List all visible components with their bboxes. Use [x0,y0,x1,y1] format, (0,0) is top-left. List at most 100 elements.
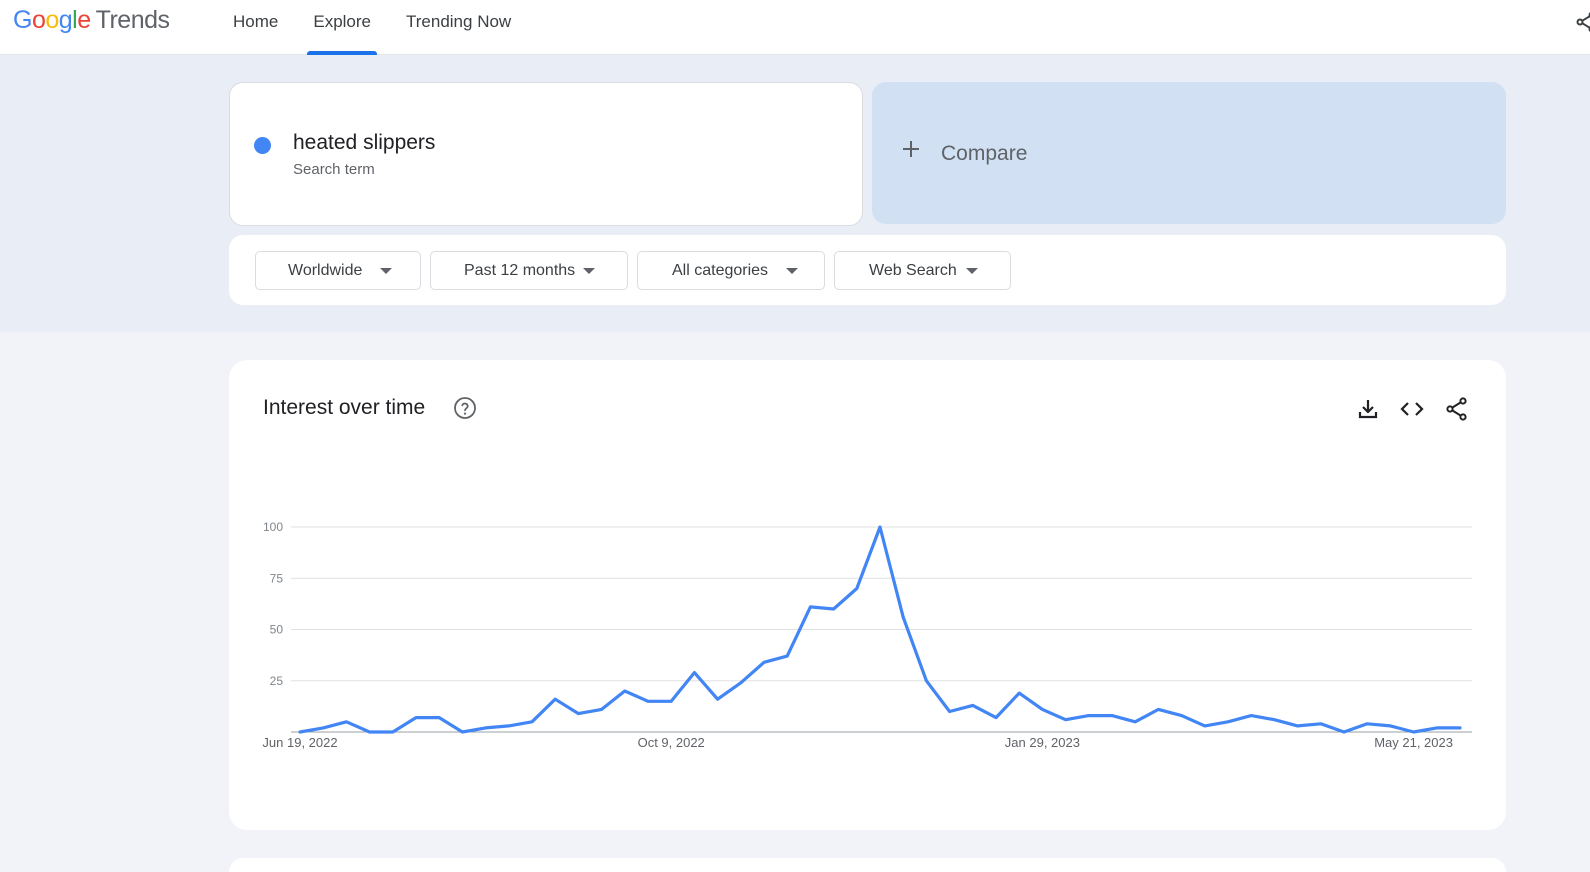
data-point [1064,718,1067,721]
chart-title: Interest over time [263,396,426,419]
dropdown-arrow-icon [966,268,978,274]
data-point [461,731,464,734]
nav-trending-now[interactable]: Trending Now [395,0,522,55]
x-tick-label: Oct 9, 2022 [638,735,705,750]
data-point [1203,724,1206,727]
data-point [1435,727,1438,730]
x-tick-label: May 21, 2023 [1374,735,1453,750]
app-header: Google Trends Home Explore Trending Now [0,0,1590,55]
data-point [531,720,534,723]
data-point [1111,714,1114,717]
search-term-type: Search term [293,161,375,178]
data-point [1343,731,1346,734]
data-point [1087,714,1090,717]
dropdown-arrow-icon [380,268,392,274]
data-point [1366,722,1369,725]
data-point [554,698,557,701]
filters-bar: Worldwide Past 12 months All categories … [229,235,1506,305]
nav-home[interactable]: Home [222,0,289,55]
data-point [693,671,696,674]
filter-category[interactable]: All categories [637,251,825,290]
data-point [1319,722,1322,725]
embed-code-icon[interactable] [1399,396,1425,422]
dropdown-arrow-icon [786,268,798,274]
data-point [763,661,766,664]
data-point [299,731,302,734]
data-point [1296,724,1299,727]
filter-location[interactable]: Worldwide [255,251,421,290]
data-point [345,720,348,723]
help-icon[interactable] [453,396,477,420]
y-tick-label: 75 [270,571,284,585]
data-point [623,690,626,693]
plus-icon [903,141,919,157]
logo-letter: g [58,6,73,34]
search-term-card[interactable]: heated slippers Search term [229,82,863,226]
data-point [1459,727,1462,730]
data-point [786,655,789,658]
data-point [902,616,905,619]
nav-explore[interactable]: Explore [302,0,382,55]
data-point [322,727,325,730]
filter-search-type-label: Web Search [869,262,957,279]
data-point [415,716,418,719]
data-point [600,708,603,711]
filter-search-type[interactable]: Web Search [834,251,1011,290]
main-nav: Home Explore Trending Now [222,0,535,55]
data-point [948,710,951,713]
filter-category-label: All categories [672,262,769,279]
download-icon[interactable] [1355,396,1381,422]
next-card-edge [229,858,1506,872]
data-point [739,681,742,684]
google-trends-logo[interactable]: Google Trends [13,6,170,35]
share-icon[interactable] [1574,10,1590,34]
y-tick-label: 50 [270,623,284,637]
data-point [1273,718,1276,721]
data-point [832,608,835,611]
data-point [438,716,441,719]
data-point [1157,708,1160,711]
compare-label: Compare [941,142,1028,165]
interest-over-time-card: 25 50 75 100 Jun 19, 2022 Oct 9, 2022 Jan 29, … [229,360,1506,830]
logo-letter: G [13,6,32,34]
x-tick-label: Jun 19, 2022 [262,735,337,750]
dropdown-arrow-icon [583,268,595,274]
data-point [1134,720,1137,723]
logo-trends-text: Trends [95,6,170,34]
share-icon[interactable] [1444,396,1470,422]
data-point [1227,720,1230,723]
data-point [1018,692,1021,695]
logo-letter: o [31,6,46,34]
filter-location-label: Worldwide [288,262,363,279]
data-point [925,679,928,682]
filter-time-range-label: Past 12 months [464,262,576,279]
compare-button[interactable]: Compare [872,82,1506,224]
x-tick-label: Jan 29, 2023 [1005,735,1080,750]
term-color-dot [254,137,271,154]
data-point [368,731,371,734]
y-tick-label: 25 [270,674,284,688]
data-point [971,704,974,707]
filter-time-range[interactable]: Past 12 months [430,251,628,290]
data-point [670,700,673,703]
data-point [1180,714,1183,717]
data-point [716,698,719,701]
data-point [577,712,580,715]
logo-letter: o [45,6,59,34]
data-point [507,724,510,727]
y-tick-label: 100 [263,520,283,534]
data-point [1250,714,1253,717]
data-point [855,587,858,590]
data-point [995,716,998,719]
data-point [1389,724,1392,727]
data-point [809,606,812,609]
data-point [1412,731,1415,734]
data-point [647,700,650,703]
data-point [879,526,882,529]
data-point [391,731,394,734]
data-point [484,727,487,730]
data-point [1041,708,1044,711]
logo-letter: e [77,6,91,34]
interest-over-time-chart: 25 50 75 100 Jun 19, 2022 Oct 9, 2022 Jan 29, … [262,520,1472,750]
search-term-name: heated slippers [293,131,436,154]
